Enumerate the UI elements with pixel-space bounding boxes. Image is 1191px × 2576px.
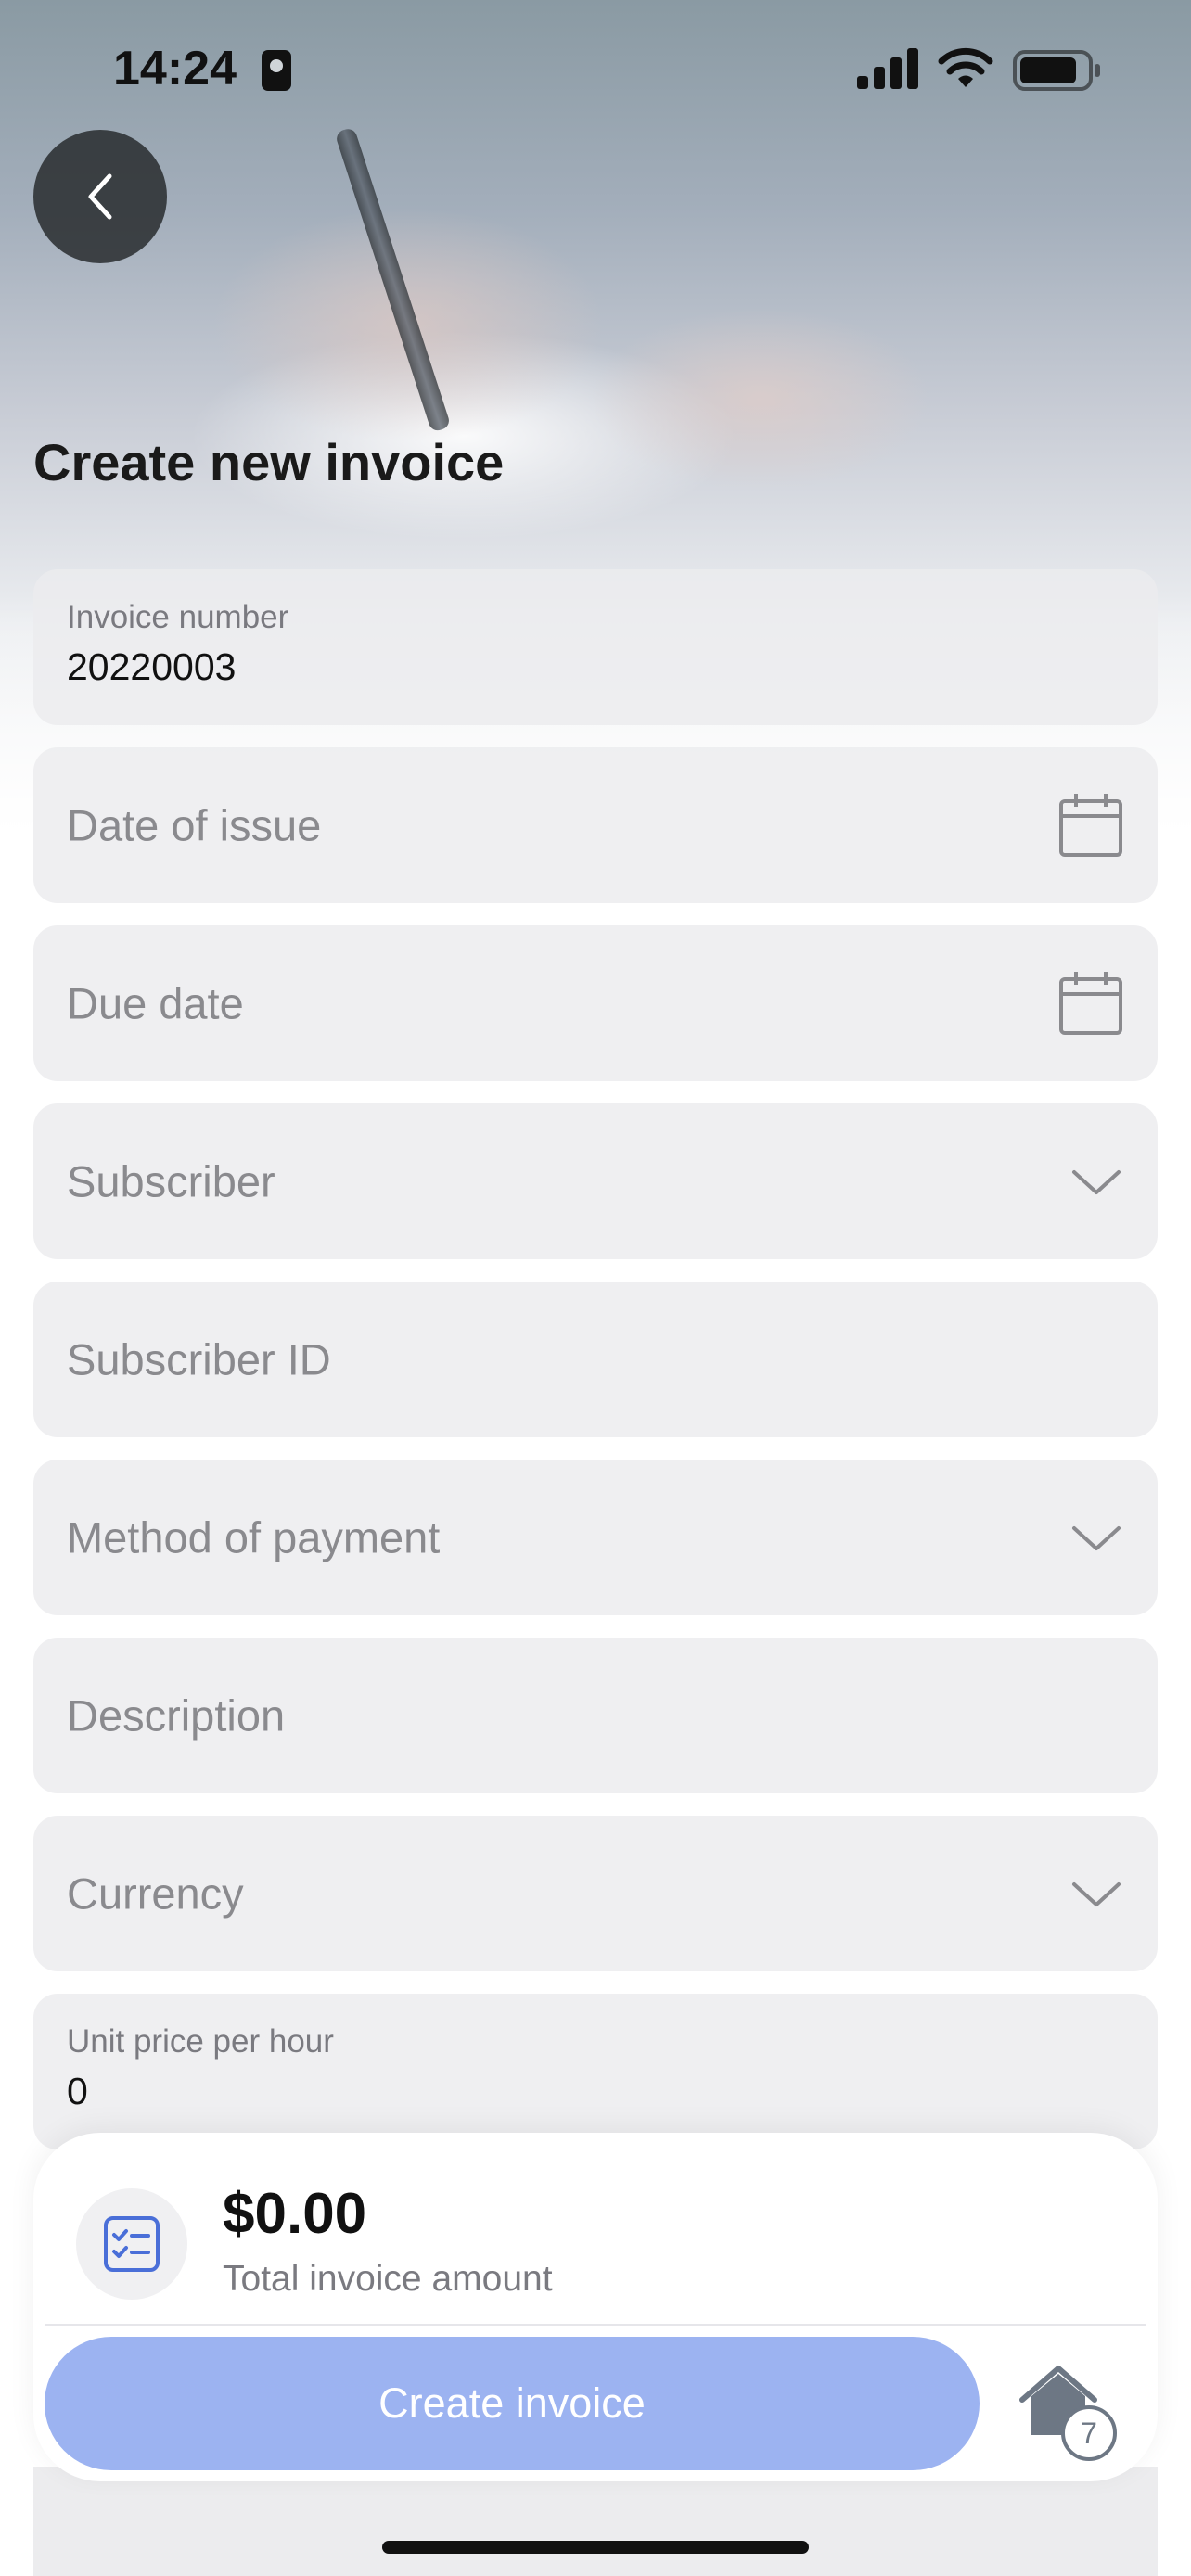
date-of-issue-field[interactable]: Date of issue xyxy=(33,747,1158,903)
unit-price-field[interactable]: Unit price per hour 0 xyxy=(33,1994,1158,2149)
home-badge: 7 xyxy=(1061,2405,1117,2461)
date-of-issue-placeholder: Date of issue xyxy=(67,800,322,850)
create-invoice-button[interactable]: Create invoice xyxy=(45,2337,980,2470)
back-button[interactable] xyxy=(33,130,167,263)
subscriber-select[interactable]: Subscriber xyxy=(33,1103,1158,1259)
page-title: Create new invoice xyxy=(33,433,505,491)
contact-card-icon xyxy=(262,50,291,91)
subscriber-id-field[interactable]: Subscriber ID xyxy=(33,1282,1158,1437)
calendar-icon[interactable] xyxy=(1057,970,1124,1037)
invoice-number-value: 20220003 xyxy=(67,645,237,688)
chevron-down-icon xyxy=(1069,1163,1124,1200)
description-placeholder: Description xyxy=(67,1690,286,1741)
home-indicator[interactable] xyxy=(382,2541,809,2554)
invoice-number-field[interactable]: Invoice number 20220003 xyxy=(33,569,1158,725)
unit-price-value: 0 xyxy=(67,2070,88,2112)
method-of-payment-select[interactable]: Method of payment xyxy=(33,1460,1158,1615)
invoice-summary-card: $0.00 Total invoice amount Create invoic… xyxy=(33,2133,1158,2481)
description-field[interactable]: Description xyxy=(33,1638,1158,1793)
due-date-field[interactable]: Due date xyxy=(33,925,1158,1081)
currency-placeholder: Currency xyxy=(67,1868,244,1919)
wifi-icon xyxy=(938,47,993,87)
total-amount-label: Total invoice amount xyxy=(223,2259,553,2299)
pen-graphic xyxy=(334,126,452,433)
status-bar: 14:24 xyxy=(0,0,1191,139)
subscriber-id-placeholder: Subscriber ID xyxy=(67,1334,331,1384)
checklist-icon-circle xyxy=(76,2188,187,2300)
battery-icon xyxy=(1013,50,1100,91)
checklist-icon xyxy=(104,2216,160,2272)
chevron-down-icon xyxy=(1069,1875,1124,1912)
bottom-background xyxy=(33,2467,1158,2576)
status-time: 14:24 xyxy=(113,42,237,96)
unit-price-label: Unit price per hour xyxy=(67,2023,334,2060)
summary-divider xyxy=(45,2324,1146,2326)
chevron-down-icon xyxy=(1069,1519,1124,1556)
subscriber-placeholder: Subscriber xyxy=(67,1156,275,1206)
method-of-payment-placeholder: Method of payment xyxy=(67,1512,441,1562)
due-date-placeholder: Due date xyxy=(67,978,244,1028)
total-amount: $0.00 xyxy=(223,2182,367,2246)
invoice-number-label: Invoice number xyxy=(67,599,289,635)
cellular-signal-icon xyxy=(857,48,918,89)
home-button[interactable]: 7 xyxy=(1017,2361,1119,2463)
calendar-icon[interactable] xyxy=(1057,792,1124,859)
chevron-left-icon xyxy=(88,173,112,220)
currency-select[interactable]: Currency xyxy=(33,1816,1158,1971)
